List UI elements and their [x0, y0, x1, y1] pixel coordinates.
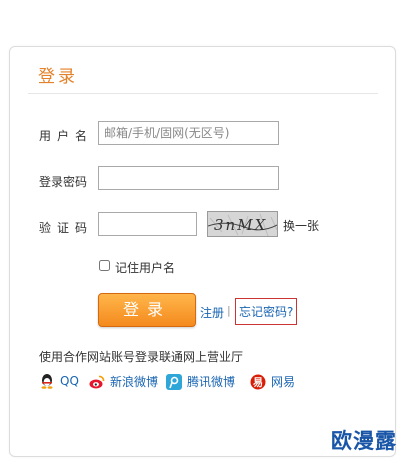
partner-netease[interactable]: 易 网易: [250, 373, 295, 390]
forgot-password-link[interactable]: 忘记密码?: [235, 298, 298, 325]
partner-qq-label: QQ: [60, 374, 79, 388]
link-separator: |: [227, 304, 231, 317]
remember-checkbox[interactable]: [99, 260, 110, 271]
netease-icon: 易: [250, 374, 266, 390]
partner-sina-label: 新浪微博: [110, 375, 159, 389]
tencent-weibo-icon: [166, 373, 182, 390]
title-divider: [28, 93, 378, 94]
penguin-icon: [39, 373, 55, 389]
partner-qq[interactable]: QQ: [39, 373, 79, 389]
password-input[interactable]: [98, 166, 279, 190]
watermark-text: 欧漫露: [331, 429, 397, 453]
login-button[interactable]: 登录: [98, 293, 196, 327]
captcha-input[interactable]: [98, 212, 197, 236]
svg-text:易: 易: [253, 377, 263, 389]
login-panel: [9, 46, 396, 457]
partner-sina-weibo[interactable]: 新浪微博: [89, 373, 158, 390]
page-title: 登录: [38, 67, 78, 87]
password-label: 登录密码: [39, 175, 88, 189]
partner-tencent-label: 腾讯微博: [187, 375, 236, 389]
weibo-icon: [89, 374, 105, 390]
captcha-label: 验证码: [39, 221, 94, 235]
captcha-text: 3nMX: [214, 216, 267, 234]
username-label: 用户名: [39, 129, 94, 143]
partner-netease-label: 网易: [271, 375, 296, 389]
captcha-image[interactable]: 3nMX: [207, 211, 278, 237]
register-link[interactable]: 注册: [200, 304, 224, 321]
partner-intro: 使用合作网站账号登录联通网上营业厅: [39, 350, 244, 364]
remember-label: 记住用户名: [115, 261, 176, 275]
username-input[interactable]: [98, 121, 279, 145]
partner-tencent-weibo[interactable]: 腾讯微博: [166, 373, 235, 390]
change-captcha-link[interactable]: 换一张: [283, 217, 319, 234]
